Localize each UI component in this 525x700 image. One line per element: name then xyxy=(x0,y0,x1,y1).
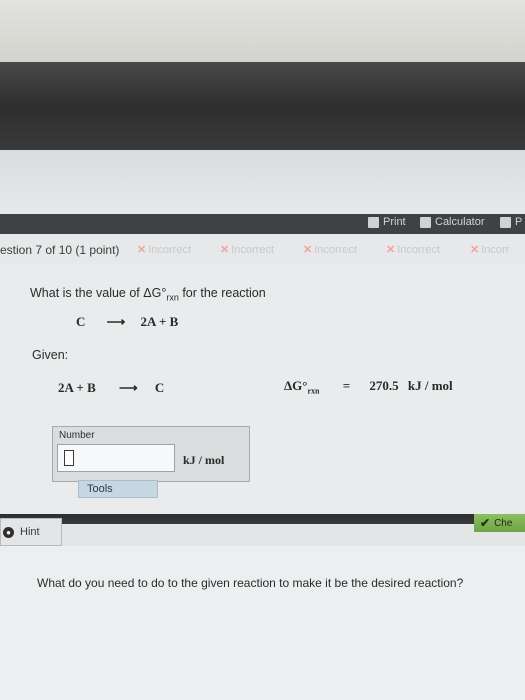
given-delta-g-value: 270.5 xyxy=(369,378,399,393)
printer-icon xyxy=(368,216,379,228)
periodic-table-button[interactable]: P xyxy=(500,216,522,228)
hint-panel: What do you need to do to the given reac… xyxy=(0,546,525,700)
toolbar: Print Calculator P xyxy=(0,214,525,234)
given-label: Given: xyxy=(32,348,69,362)
attempt-status-4[interactable]: ✕ Incorrect xyxy=(386,243,440,256)
x-icon: ✕ xyxy=(220,244,230,256)
screen: Print Calculator P estion 7 of 10 (1 poi… xyxy=(0,150,525,700)
number-label: Number xyxy=(59,430,95,441)
x-icon: ✕ xyxy=(470,244,480,256)
given-delta-g: ΔG°rxn = 270.5 kJ / mol xyxy=(284,378,453,396)
x-icon: ✕ xyxy=(386,244,396,256)
hint-button[interactable]: ● Hint xyxy=(0,518,62,546)
hint-icon: ● xyxy=(3,526,14,538)
attempt-status-3[interactable]: ✕ Incorrect xyxy=(303,243,357,256)
table-icon xyxy=(500,216,511,228)
periodic-table-label: P xyxy=(515,216,523,228)
header-area xyxy=(0,150,525,215)
x-icon: ✕ xyxy=(303,244,313,256)
hint-label: Hint xyxy=(20,526,40,538)
answer-box: Number kJ / mol xyxy=(52,426,250,482)
attempt-status-5[interactable]: ✕ Incorr xyxy=(470,243,509,256)
calculator-label: Calculator xyxy=(435,216,485,228)
print-button[interactable]: Print xyxy=(368,216,406,228)
number-input[interactable] xyxy=(57,444,175,472)
calculator-icon xyxy=(420,216,431,228)
print-label: Print xyxy=(383,216,406,228)
question-status-bar: estion 7 of 10 (1 point) ✕ Incorrect ✕ Inc… xyxy=(0,234,525,265)
tools-button[interactable]: Tools xyxy=(78,480,158,498)
text-cursor xyxy=(64,450,74,466)
monitor-bezel xyxy=(0,62,525,150)
attempt-status-1[interactable]: ✕ Incorrect xyxy=(137,243,191,256)
question-prompt: What is the value of ΔG°rxn for the reac… xyxy=(30,286,266,303)
hint-text: What do you need to do to the given reac… xyxy=(37,576,464,590)
calculator-button[interactable]: Calculator xyxy=(420,216,485,228)
attempt-status-2[interactable]: ✕ Incorrect xyxy=(220,243,274,256)
given-delta-g-unit: kJ / mol xyxy=(407,378,453,393)
question-number: estion 7 of 10 (1 point) xyxy=(0,243,120,257)
given-reaction: 2A + B ⟶ C xyxy=(58,380,165,395)
footer-bar xyxy=(0,514,525,524)
check-label: Che xyxy=(494,517,513,529)
x-icon: ✕ xyxy=(137,244,147,256)
target-reaction: C ⟶ 2A + B xyxy=(76,314,179,329)
check-button[interactable]: ✔ Che xyxy=(474,514,525,532)
answer-unit: kJ / mol xyxy=(183,453,225,467)
checkmark-icon: ✔ xyxy=(480,516,491,530)
